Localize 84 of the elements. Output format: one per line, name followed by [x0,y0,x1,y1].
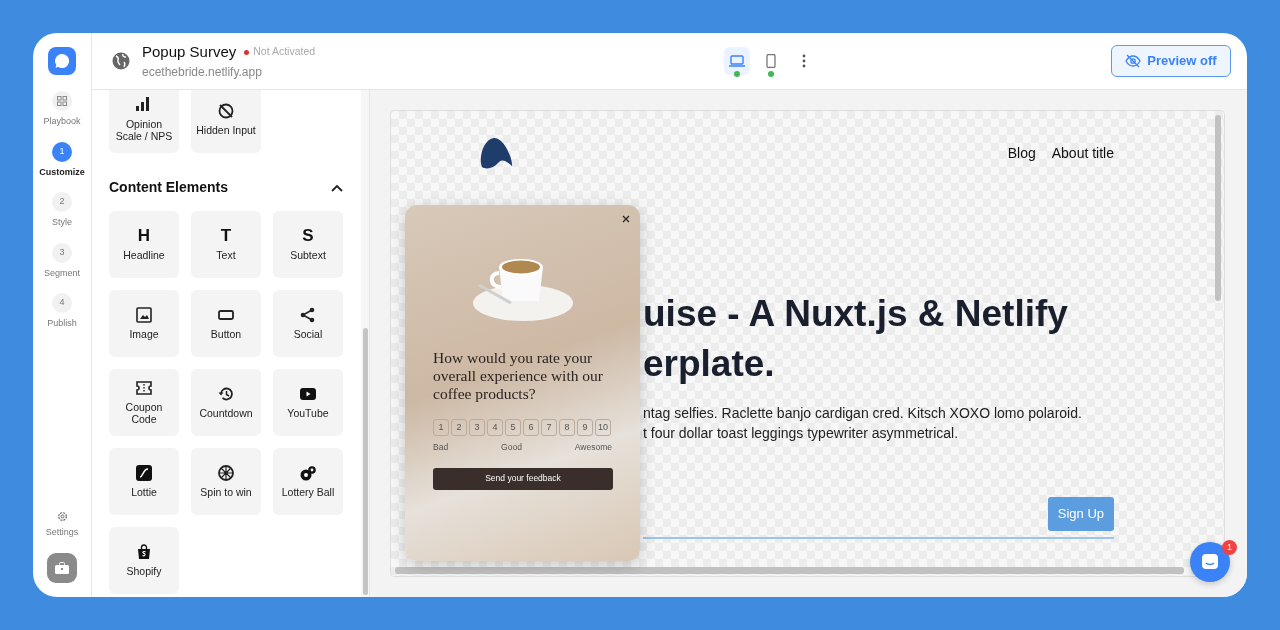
playbook-icon[interactable] [52,91,72,111]
element-tile[interactable]: Coupon Code [109,369,179,436]
rating-label: Bad [433,441,449,454]
scrollbar-thumb[interactable] [395,567,1184,574]
rating-option[interactable]: 8 [559,419,575,436]
laptop-icon[interactable] [729,55,746,67]
curve-square-icon [136,464,152,481]
share-icon [300,306,316,323]
image-icon [136,306,152,323]
step-label[interactable]: Publish [47,317,77,331]
rating-option[interactable]: 6 [523,419,539,436]
desktop-view-button[interactable] [724,47,751,75]
wheel-icon [218,464,234,481]
rating-label: Awesome [574,441,612,454]
element-tile[interactable]: YouTube [273,369,343,436]
section-title: Content Elements [109,178,228,197]
site-domain: ecethebride.netlify.app [142,64,263,82]
step-number[interactable]: 1 [52,141,72,162]
rating-option[interactable]: 10 [595,419,611,436]
element-tile[interactable]: Spin to win [191,448,261,515]
eye-slash-icon[interactable] [1125,54,1142,68]
step-label[interactable]: Segment [44,266,80,280]
close-icon[interactable] [622,215,630,223]
element-tile[interactable]: Shopify [109,527,179,594]
element-tile[interactable]: Image [109,290,179,357]
hero-heading-line: erplate. [643,342,776,386]
settings-icon[interactable] [56,510,68,522]
briefcase-button[interactable] [47,553,77,583]
scrollbar-thumb[interactable] [363,328,368,595]
ticket-icon [136,379,152,396]
step-number[interactable]: 2 [52,192,72,212]
ball-icon [300,464,316,481]
element-tile[interactable]: H Headline [109,211,179,278]
element-tile[interactable]: Lottery Ball [273,448,343,515]
scrollbar-thumb[interactable] [1215,115,1221,301]
hero-heading-line: uise - A Nuxt.js & Netlify [643,292,1069,336]
chevron-icon[interactable] [331,183,343,192]
bar-chart-icon [136,96,152,113]
rating-option[interactable]: 1 [433,419,449,436]
more-options-icon[interactable] [802,54,807,68]
element-tile[interactable]: Opinion Scale / NPS [109,90,179,153]
speech-bubble-icon [54,53,70,69]
nav-link[interactable]: Blog [1007,142,1036,164]
globe-icon [112,52,130,70]
blob-logo-icon[interactable] [478,137,514,169]
circle-slash-icon [218,102,234,119]
step-label[interactable]: Playbook [43,115,81,129]
nav-link[interactable]: About title [1051,142,1114,164]
settings-label[interactable]: Settings [45,525,79,539]
element-tile[interactable]: T Text [191,211,261,278]
element-tile[interactable]: Lottie [109,448,179,515]
element-tile[interactable]: Countdown [191,369,261,436]
step-number[interactable]: 4 [52,293,72,313]
rating-label: Good [501,441,522,454]
survey-question: How would you rate your overall experience with our coffee products? [433,349,604,403]
element-tile[interactable]: S Subtext [273,211,343,278]
rating-option[interactable]: 4 [487,419,503,436]
step-label[interactable]: Customize [39,165,85,179]
element-tile[interactable]: Hidden Input [191,90,261,153]
shopping-bag-icon [136,543,152,560]
step-number[interactable]: 3 [52,242,72,263]
element-tile[interactable]: Social [273,290,343,357]
phone-icon[interactable] [764,54,779,68]
submit-feedback-button[interactable]: Send your feedback [433,467,613,490]
element-tile[interactable]: Button [191,290,261,357]
rating-option[interactable]: 2 [451,419,467,436]
play-button-icon [300,385,316,402]
rating-option[interactable]: 5 [505,419,521,436]
hero-text-line: ntag selfies. Raclette banjo cardigan cred. Kitsch XOXO lomo polaroid. [643,404,1083,423]
preview-toggle-button[interactable]: Preview off [1111,45,1231,77]
rating-option[interactable]: 9 [577,419,593,436]
rating-option[interactable]: 3 [469,419,485,436]
hero-text-line: t four dollar toast leggings typewriter asymmetrical. [643,424,960,443]
letter-icon: T [220,227,232,245]
survey-title: Popup Survey [142,41,237,62]
letter-icon: S [302,227,314,245]
rating-option[interactable]: 7 [541,419,557,436]
status-label: Not Activated [253,44,316,60]
chat-icon[interactable] [1201,553,1219,571]
step-label[interactable]: Style [52,216,72,230]
letter-icon: H [137,227,151,245]
clock-arrow-icon [218,385,234,402]
briefcase-icon[interactable] [55,562,69,574]
app-logo[interactable] [48,47,76,75]
